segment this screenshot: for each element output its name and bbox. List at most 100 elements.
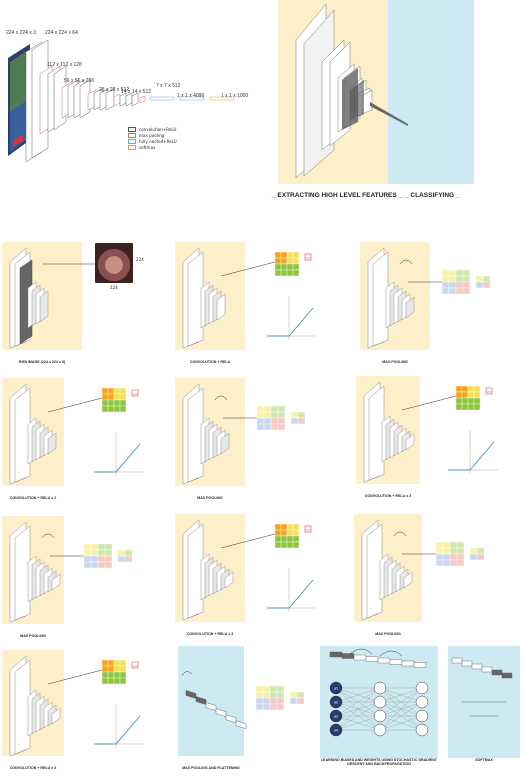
legend: convolution+ReLU max pooling fully necte…	[128, 126, 177, 150]
neuron-label: a2	[334, 701, 338, 705]
legend-item: convolution+ReLU	[128, 126, 177, 132]
step-diagram	[181, 671, 305, 730]
step-diagram	[367, 247, 491, 349]
classify-label: _ CLASSIFYING _	[405, 192, 460, 199]
step-caption: CONVOLUTION + RELU x 3	[9, 766, 57, 770]
step-diagram	[182, 383, 306, 485]
relu-plot	[267, 568, 317, 612]
relu-plot	[94, 432, 144, 476]
conv-stack	[9, 383, 57, 485]
relu-plot	[267, 296, 317, 340]
filter-grid	[274, 251, 312, 277]
conv-stack	[367, 247, 415, 349]
neuron	[373, 723, 387, 737]
neuron	[415, 709, 429, 723]
neuron	[415, 695, 429, 709]
dim-label: 7 x 7 x 512	[156, 83, 181, 89]
overview-network	[295, 3, 408, 179]
step-panel: CONVOLUTION + RELU x 2	[2, 378, 152, 500]
step-panel: CONVOLUTION + RELU x 3	[175, 514, 325, 636]
output-vector	[451, 657, 513, 679]
neuron-label: a4	[334, 729, 338, 733]
step-diagram	[182, 519, 317, 621]
dense-connections	[335, 687, 423, 731]
step-diagram	[9, 655, 144, 756]
step-caption: SOFTMAX	[475, 758, 493, 762]
filter-grid	[455, 385, 493, 411]
step-caption: MAX POOLING AND FLATTENING	[182, 766, 240, 770]
filter-grid	[274, 523, 312, 549]
neuron	[415, 723, 429, 737]
filter-grid	[101, 659, 139, 685]
step-panel: CONVOLUTION + RELU x 3	[2, 650, 152, 770]
softmax-panel: SOFTMAX	[448, 646, 520, 770]
dim-label: 14 x 14 x 512	[121, 89, 152, 95]
legend-label: fully nected+ReLU	[139, 138, 177, 144]
dim-label: 1 x 1 x 1000	[221, 93, 249, 99]
pool-grid	[83, 543, 133, 569]
pool-grid	[256, 405, 306, 431]
step-caption: CONVOLUTION + RELU x 3	[364, 494, 412, 498]
conv-stack	[363, 381, 415, 483]
step-diagram	[363, 381, 498, 483]
legend-swatch	[128, 138, 136, 144]
legend-item: softmax	[128, 144, 177, 150]
conv-stack	[9, 247, 49, 349]
neuron	[415, 681, 429, 695]
step-caption: LEARNING BIASES AND WEIGHTS USING STOCHA…	[320, 758, 437, 766]
conv-stack	[9, 521, 61, 623]
step-diagram	[361, 519, 485, 621]
step-caption: RGB IMAGE (224 x 224 x 3)	[18, 360, 66, 364]
flattened-vector	[185, 690, 247, 730]
step-diagram	[9, 383, 144, 485]
dense-network: a1 a2 a3 a4	[329, 648, 429, 737]
step-caption: MAX POOLING	[375, 632, 401, 636]
step-panel: MAX POOLING	[360, 242, 510, 364]
input-photo	[95, 243, 133, 283]
conv-stack	[182, 383, 230, 485]
size-label: 224	[110, 285, 118, 290]
step-panel: MAX POOLING	[2, 516, 152, 638]
pool-grid	[441, 269, 491, 295]
extract-label: _ EXTRACTING HIGH LEVEL FEATURES _	[272, 192, 403, 199]
step-caption: MAX POOLING	[197, 496, 223, 500]
relu-plot	[94, 704, 144, 748]
step-panel: MAX POOLING	[175, 378, 325, 500]
step-diagram	[9, 521, 133, 623]
relu-plot	[448, 430, 498, 474]
legend-label: convolution+ReLU	[139, 126, 177, 132]
size-label: 224	[136, 257, 144, 262]
legend-label: max pooling	[139, 132, 165, 138]
legend-swatch	[128, 132, 136, 138]
step-panel: MAX POOLING	[354, 514, 504, 636]
filter-grid	[101, 387, 139, 413]
step-caption: CONVOLUTION + RELU	[189, 360, 231, 364]
step-caption: MAX POOLING	[20, 634, 46, 638]
dim-label: 56 x 56 x 256	[64, 78, 95, 84]
neuron-label: a1	[334, 687, 338, 691]
legend-label: softmax	[139, 144, 156, 150]
legend-swatch	[128, 144, 136, 150]
conv-stack	[361, 519, 413, 621]
neuron-label: a3	[334, 715, 338, 719]
neuron	[373, 709, 387, 723]
step-panel: MAX POOLING AND FLATTENING	[178, 646, 310, 770]
neuron	[373, 695, 387, 709]
step-caption: MAX POOLING	[382, 360, 408, 364]
pool-grid	[255, 685, 305, 711]
conv-stack	[9, 655, 61, 756]
softmax-diagram	[451, 657, 513, 717]
step-caption: CONVOLUTION + RELU x 3	[186, 632, 234, 636]
dim-label: 112 x 112 x 128	[47, 62, 82, 68]
architecture-diagram: 224 x 224 x 3 224 x 224 x 64 112 x 112 x…	[0, 0, 270, 170]
step-caption: CONVOLUTION + RELU x 2	[9, 496, 57, 500]
dim-label: 224 x 224 x 64	[45, 30, 78, 36]
conv-stack	[182, 519, 234, 621]
neuron	[373, 681, 387, 695]
dim-label: 1 x 1 x 4096	[177, 93, 205, 99]
legend-swatch	[128, 126, 136, 132]
step-diagram	[182, 247, 317, 349]
step-panel: CONVOLUTION + RELU	[175, 242, 325, 364]
step-panel: RGB IMAGE (224 x 224 x 3) 224 224	[2, 242, 144, 364]
conv-stack	[182, 247, 226, 349]
